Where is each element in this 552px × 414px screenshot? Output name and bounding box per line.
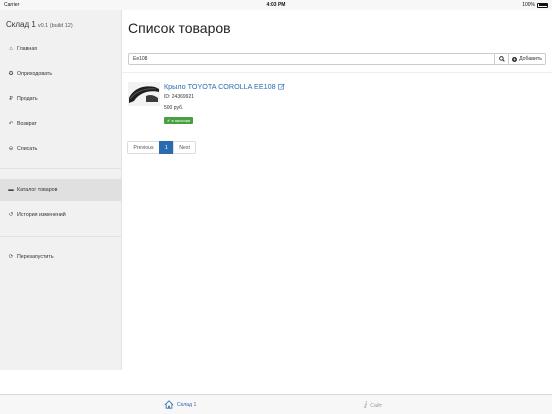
product-name: Крыло TOYOTA COROLLA EE108 — [164, 82, 276, 91]
refresh-icon: ⟳ — [8, 254, 14, 260]
battery-icon — [537, 2, 548, 8]
sidebar-item-label: Списать — [17, 146, 38, 152]
tab-warehouse[interactable]: Склад 1 — [164, 400, 196, 409]
sidebar-item-label: Главная — [17, 46, 38, 52]
sidebar-item-receive[interactable]: ✪ Оприходовать — [0, 63, 122, 85]
sidebar-divider — [0, 168, 122, 169]
sidebar-item-sell[interactable]: ₽ Продать — [0, 88, 122, 110]
pagination-page[interactable]: 1 — [159, 141, 174, 154]
add-button-label: Добавить — [519, 56, 542, 62]
search-icon — [498, 56, 505, 62]
product-price: 500 руб. — [164, 105, 184, 111]
app-title: Склад 1 v0.1 (build 12) — [6, 20, 73, 29]
status-bar: Carrier 4:03 PM 100% — [0, 0, 552, 10]
tab-site[interactable]: ⅈ Сайт — [364, 400, 382, 411]
car-fender-image — [128, 82, 160, 106]
main-content: Список товаров + Добавить Крыло TOYOTA C… — [122, 10, 552, 370]
sidebar-divider — [0, 236, 122, 237]
search-button[interactable] — [495, 53, 510, 65]
minus-circle-icon: ⊖ — [8, 146, 14, 152]
search-bar: + Добавить — [128, 53, 546, 65]
home-icon: ⌂ — [9, 46, 13, 52]
sidebar-item-label: История изменений — [17, 212, 66, 218]
info-icon: ⅈ — [364, 400, 368, 410]
sidebar-item-home[interactable]: ⌂ Главная — [0, 38, 122, 60]
sidebar-item-restart[interactable]: ⟳ Перезапустить — [0, 246, 122, 268]
sidebar-item-label: Оприходовать — [17, 71, 53, 77]
pagination-next[interactable]: Next — [173, 141, 196, 154]
app-version: v0.1 (build 12) — [37, 23, 73, 29]
sidebar-item-label: Продать — [17, 96, 38, 102]
page-title: Список товаров — [128, 20, 231, 36]
clock: 4:03 PM — [266, 2, 286, 8]
sidebar: Склад 1 v0.1 (build 12) ⌂ Главная ✪ Оприх… — [0, 10, 122, 370]
divider — [122, 72, 552, 73]
sidebar-item-catalog[interactable]: ▬ Каталог товаров — [0, 179, 122, 201]
search-input[interactable] — [128, 53, 496, 65]
app-name: Склад 1 — [6, 20, 36, 29]
tab-label: Склад 1 — [177, 401, 197, 408]
undo-icon: ↶ — [8, 121, 14, 127]
battery-indicator: 100% — [522, 2, 548, 8]
home-icon — [164, 400, 174, 409]
sidebar-item-label: Перезапустить — [17, 254, 54, 260]
sidebar-item-return[interactable]: ↶ Возврат — [0, 113, 122, 135]
sidebar-item-label: Каталог товаров — [17, 187, 58, 193]
history-icon: ↺ — [8, 212, 14, 218]
status-badge: ✔ в наличии — [164, 117, 194, 124]
ruble-icon: ₽ — [9, 96, 13, 102]
pagination: Previous 1 Next — [127, 141, 196, 154]
edit-icon[interactable] — [277, 83, 285, 90]
gear-icon: ✪ — [8, 71, 14, 77]
sidebar-item-label: Возврат — [17, 121, 37, 127]
sidebar-item-history[interactable]: ↺ История изменений — [0, 204, 122, 226]
product-list-item: Крыло TOYOTA COROLLA EE108 ID: 24369921 … — [128, 82, 428, 126]
pagination-previous[interactable]: Previous — [127, 141, 160, 154]
sidebar-item-write-off[interactable]: ⊖ Списать — [0, 138, 122, 160]
tab-label: Сайт — [370, 402, 383, 409]
battery-percent: 100% — [522, 2, 535, 8]
add-button[interactable]: + Добавить — [509, 53, 546, 65]
product-title-link[interactable]: Крыло TOYOTA COROLLA EE108 — [164, 82, 285, 91]
tab-bar: Склад 1 ⅈ Сайт — [0, 394, 552, 414]
product-id: ID: 24369921 — [164, 94, 195, 100]
book-icon: ▬ — [8, 187, 14, 193]
product-thumbnail[interactable] — [128, 82, 160, 106]
plus-circle-icon: + — [512, 56, 518, 62]
